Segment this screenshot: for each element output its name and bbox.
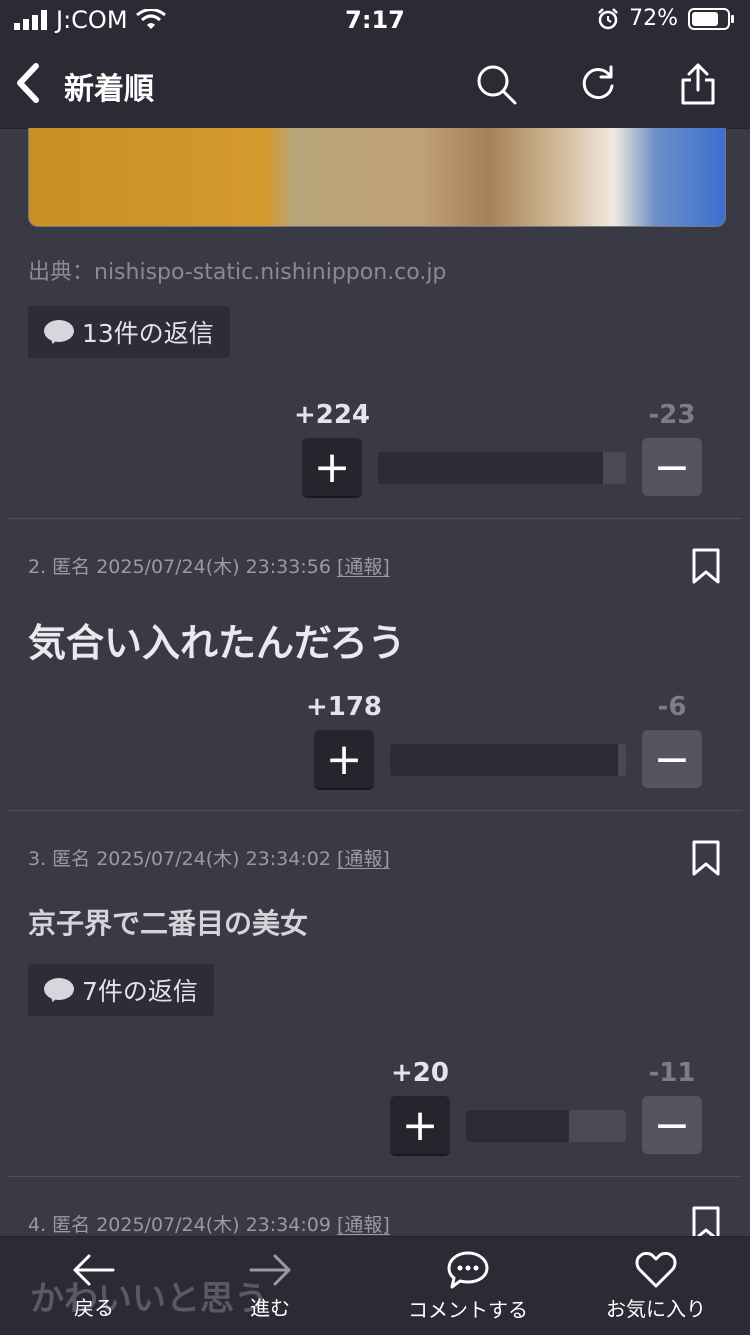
plus-button[interactable]: + bbox=[390, 1096, 450, 1156]
back-button[interactable] bbox=[14, 60, 54, 106]
comment-tab-label: コメントする bbox=[408, 1297, 528, 1322]
favorite-tab[interactable]: お気に入り bbox=[596, 1237, 716, 1335]
minus-button[interactable]: − bbox=[642, 730, 702, 788]
status-bar: J:COM 7:17 72% bbox=[0, 0, 750, 40]
bottom-toolbar: かわいいと思う 戻る 進む コメントする お気に入り bbox=[0, 1236, 750, 1335]
minus-count: -23 bbox=[648, 400, 696, 430]
bookmark-icon[interactable] bbox=[690, 548, 722, 584]
back-tab-label: 戻る bbox=[74, 1295, 114, 1320]
comment-bubble-icon bbox=[447, 1251, 489, 1288]
favorite-tab-label: お気に入り bbox=[606, 1296, 706, 1321]
bookmark-icon[interactable] bbox=[690, 1206, 722, 1236]
vote-ratio-fill bbox=[466, 1110, 570, 1142]
chevron-left-icon bbox=[17, 63, 39, 103]
back-tab[interactable]: 戻る bbox=[44, 1237, 144, 1335]
vote-ratio-bar bbox=[466, 1110, 626, 1142]
plus-button[interactable]: + bbox=[302, 438, 362, 498]
post-image[interactable] bbox=[28, 128, 726, 227]
arrow-right-icon bbox=[249, 1254, 291, 1285]
comment-meta-text: 2. 匿名 2025/07/24(木) 23:33:56 bbox=[28, 556, 337, 578]
page-title: 新着順 bbox=[64, 72, 154, 107]
comment-text: 京子界で二番目の美女 bbox=[28, 907, 309, 940]
plus-count: +224 bbox=[293, 400, 371, 430]
speech-bubble-icon bbox=[44, 978, 74, 1002]
minus-button[interactable]: − bbox=[642, 438, 702, 496]
image-source: 出典：nishispo-static.nishinippon.co.jp bbox=[28, 260, 447, 285]
arrow-left-icon bbox=[73, 1254, 115, 1285]
share-icon bbox=[681, 63, 715, 105]
bookmark-icon[interactable] bbox=[690, 840, 722, 876]
divider bbox=[8, 810, 742, 811]
reply-count-label: 13件の返信 bbox=[82, 319, 214, 348]
reply-count-button[interactable]: 7件の返信 bbox=[28, 964, 214, 1016]
comment-meta-text: 3. 匿名 2025/07/24(木) 23:34:02 bbox=[28, 848, 337, 870]
comment-list[interactable]: 出典：nishispo-static.nishinippon.co.jp 13件… bbox=[0, 128, 750, 1236]
refresh-button[interactable] bbox=[574, 60, 622, 108]
alarm-icon bbox=[598, 7, 618, 29]
vote-ratio-fill bbox=[390, 744, 619, 776]
comment-tab[interactable]: コメントする bbox=[398, 1237, 538, 1335]
report-link[interactable]: [通報] bbox=[337, 848, 390, 870]
plus-count: +178 bbox=[305, 692, 383, 722]
battery-percent: 72% bbox=[629, 6, 678, 31]
forward-tab[interactable]: 進む bbox=[220, 1237, 320, 1335]
vote-ratio-fill bbox=[378, 452, 603, 484]
vote-ratio-bar bbox=[390, 744, 626, 776]
comment-meta: 2. 匿名 2025/07/24(木) 23:33:56 [通報] bbox=[28, 552, 390, 579]
search-button[interactable] bbox=[472, 60, 520, 108]
comment-meta-text: 4. 匿名 2025/07/24(木) 23:34:09 bbox=[28, 1214, 337, 1236]
minus-button[interactable]: − bbox=[642, 1096, 702, 1154]
forward-tab-label: 進む bbox=[250, 1295, 290, 1320]
minus-count: -11 bbox=[648, 1058, 696, 1088]
plus-count: +20 bbox=[391, 1058, 449, 1088]
report-link[interactable]: [通報] bbox=[337, 1214, 390, 1236]
comment-text: 気合い入れたんだろう bbox=[28, 621, 406, 665]
divider bbox=[8, 1176, 742, 1177]
speech-bubble-icon bbox=[44, 320, 74, 344]
heart-icon bbox=[635, 1251, 677, 1287]
navigation-bar: 新着順 bbox=[0, 40, 750, 129]
report-link[interactable]: [通報] bbox=[337, 556, 390, 578]
reply-count-label: 7件の返信 bbox=[82, 977, 198, 1006]
comment-meta: 3. 匿名 2025/07/24(木) 23:34:02 [通報] bbox=[28, 844, 390, 871]
plus-button[interactable]: + bbox=[314, 730, 374, 790]
battery-area: 72% bbox=[597, 6, 736, 31]
share-button[interactable] bbox=[674, 60, 722, 108]
reply-count-button[interactable]: 13件の返信 bbox=[28, 306, 230, 358]
battery-icon bbox=[688, 7, 734, 30]
search-icon bbox=[477, 65, 517, 105]
divider bbox=[8, 518, 742, 519]
comment-meta: 4. 匿名 2025/07/24(木) 23:34:09 [通報] bbox=[28, 1210, 390, 1236]
vote-ratio-bar bbox=[378, 452, 626, 484]
minus-count: -6 bbox=[657, 692, 687, 722]
refresh-icon bbox=[582, 65, 614, 100]
